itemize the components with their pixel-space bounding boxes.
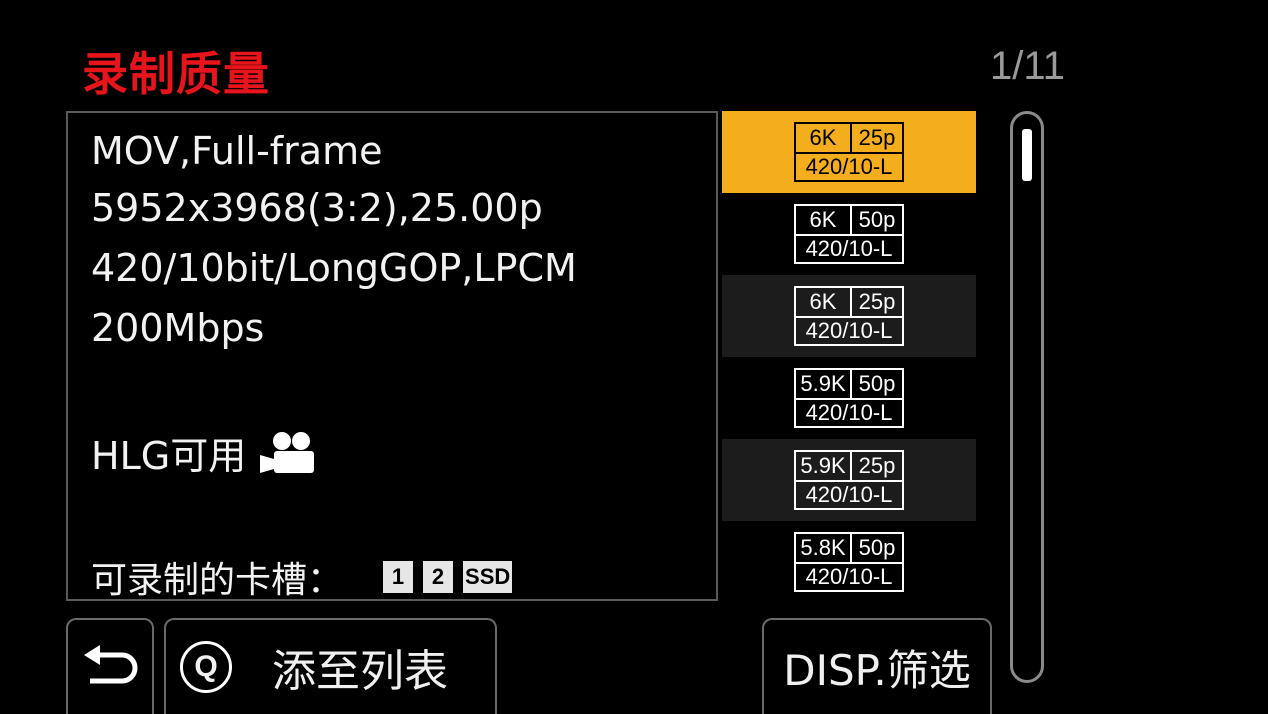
badge-resolution: 6K: [796, 124, 852, 152]
back-button[interactable]: [66, 618, 154, 714]
badge-framerate: 25p: [858, 125, 896, 150]
badge-resolution: 6K: [796, 206, 852, 234]
quality-badge: 6K 25p 420/10-L: [794, 286, 904, 346]
slots-row: 可录制的卡槽： 1 2 SSD: [91, 551, 513, 603]
quality-item[interactable]: 5.8K 50p 420/10-L: [722, 521, 976, 603]
badge-framerate: 25p: [858, 289, 896, 314]
page-indicator: 1/11: [990, 44, 1065, 88]
badge-codec: 420/10-L: [805, 236, 893, 261]
hlg-text: HLG可用: [91, 434, 247, 478]
slots-label: 可录制的卡槽：: [91, 560, 344, 601]
disp-filter-button[interactable]: DISP.筛选: [762, 618, 992, 714]
badge-codec: 420/10-L: [805, 154, 893, 179]
slot-2-badge: 2: [423, 561, 454, 593]
page-title: 录制质量: [82, 47, 270, 101]
codec-text: 420/10bit/LongGOP,LPCM: [91, 246, 577, 290]
badge-codec: 420/10-L: [805, 400, 893, 425]
resolution-text: 5952x3968(3:2),25.00p: [91, 186, 543, 230]
add-to-list-label: 添至列表: [272, 646, 448, 697]
format-text: MOV,Full-frame: [91, 129, 383, 173]
slot-ssd-badge: SSD: [463, 561, 513, 593]
badge-resolution: 5.9K: [796, 370, 852, 398]
badge-framerate: 50p: [858, 535, 896, 560]
scrollbar[interactable]: [1010, 111, 1044, 683]
q-button-icon: Q: [180, 641, 232, 693]
hlg-row: HLG可用: [91, 425, 316, 480]
slot-1-badge: 1: [383, 561, 414, 593]
badge-resolution: 5.8K: [796, 534, 852, 562]
quality-item[interactable]: 5.9K 50p 420/10-L: [722, 357, 976, 439]
quality-badge: 5.9K 25p 420/10-L: [794, 450, 904, 510]
bitrate-text: 200Mbps: [91, 306, 265, 350]
badge-framerate: 50p: [858, 207, 896, 232]
badge-framerate: 50p: [858, 371, 896, 396]
disp-filter-label: DISP.筛选: [783, 645, 971, 695]
scroll-thumb[interactable]: [1022, 129, 1032, 181]
return-arrow-icon: [84, 645, 138, 684]
badge-codec: 420/10-L: [805, 318, 893, 343]
badge-resolution: 6K: [796, 288, 852, 316]
quality-badge: 6K 50p 420/10-L: [794, 204, 904, 264]
quality-badge: 5.9K 50p 420/10-L: [794, 368, 904, 428]
quality-badge: 6K 25p 420/10-L: [794, 122, 904, 182]
quality-item[interactable]: 5.9K 25p 420/10-L: [722, 439, 976, 521]
quality-item[interactable]: 6K 25p 420/10-L: [722, 275, 976, 357]
badge-codec: 420/10-L: [805, 564, 893, 589]
quality-item[interactable]: 6K 25p 420/10-L: [722, 111, 976, 193]
info-panel: MOV,Full-frame 5952x3968(3:2),25.00p 420…: [66, 111, 718, 601]
movie-camera-icon: [260, 431, 315, 473]
quality-badge: 5.8K 50p 420/10-L: [794, 532, 904, 592]
badge-framerate: 25p: [858, 453, 896, 478]
quality-item[interactable]: 6K 50p 420/10-L: [722, 193, 976, 275]
badge-resolution: 5.9K: [796, 452, 852, 480]
add-to-list-button[interactable]: Q 添至列表: [164, 618, 497, 714]
badge-codec: 420/10-L: [805, 482, 893, 507]
